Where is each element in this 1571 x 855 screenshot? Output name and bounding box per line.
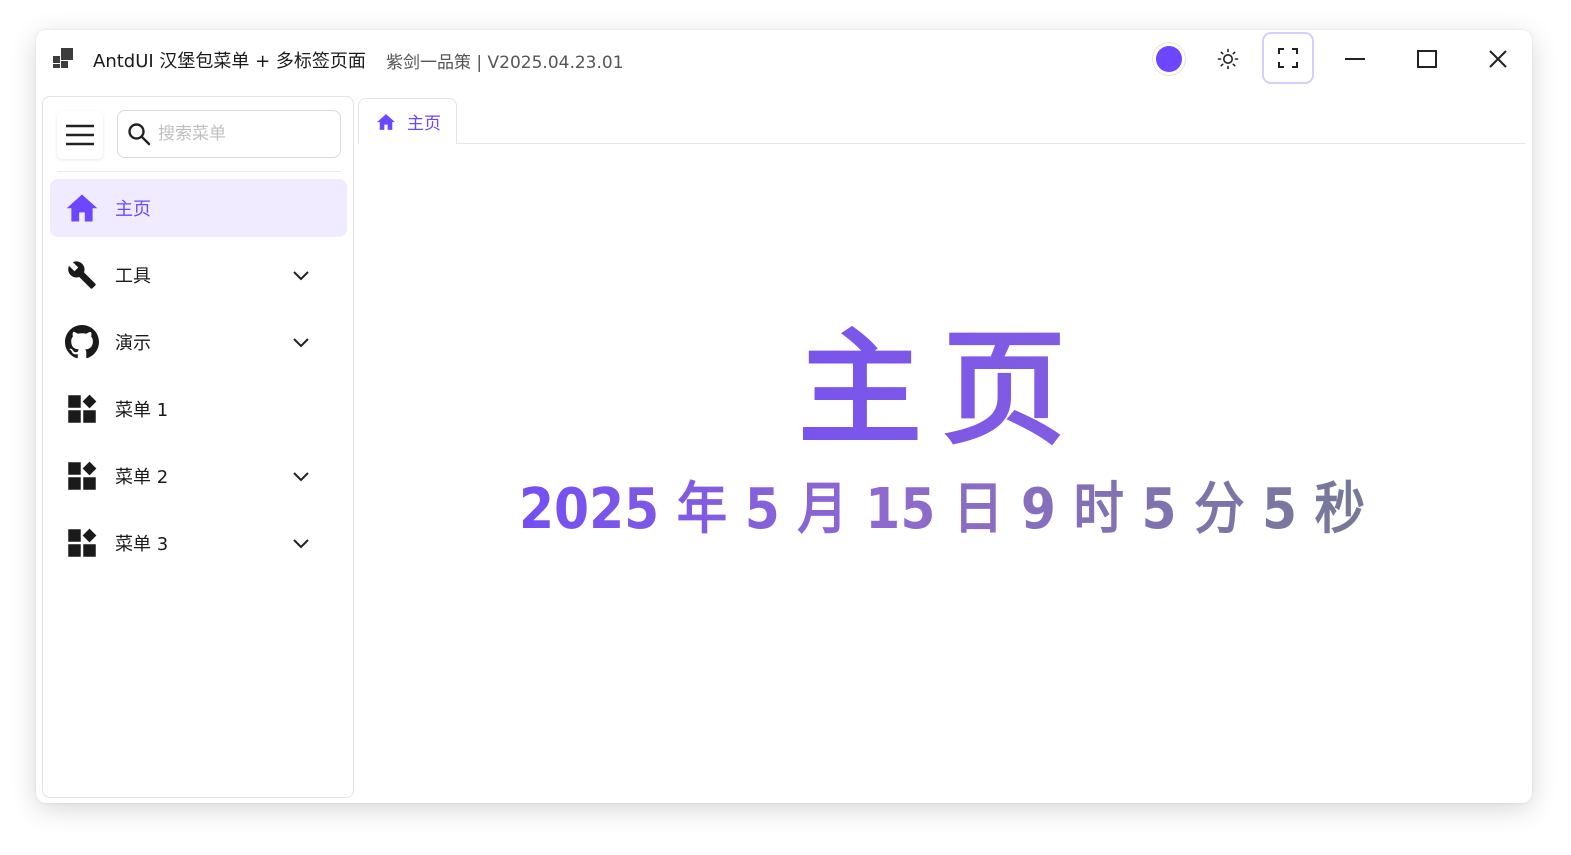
widgets-icon [65, 526, 99, 560]
home-icon [65, 191, 99, 225]
sun-icon [1217, 48, 1239, 70]
sidebar-item-label: 演示 [115, 333, 151, 354]
tab-bar-divider [457, 143, 1526, 144]
theme-toggle-button[interactable] [1212, 30, 1244, 88]
sidebar-item-menu-1[interactable]: 菜单 1 [50, 380, 347, 438]
sidebar-item-menu-3[interactable]: 菜单 3 [50, 514, 347, 572]
minimize-button[interactable] [1336, 30, 1374, 88]
search-icon [127, 122, 151, 146]
sidebar-item-label: 菜单 1 [115, 400, 169, 421]
tab-label: 主页 [407, 114, 441, 134]
chevron-down-icon [291, 265, 311, 285]
hamburger-menu-button[interactable] [57, 111, 103, 159]
app-window: AntdUI 汉堡包菜单 + 多标签页面 紫剑一品策 | V2025.04.23… [36, 30, 1532, 803]
sidebar-item-label: 主页 [115, 199, 151, 220]
github-icon [65, 325, 99, 359]
sidebar-item-tools[interactable]: 工具 [50, 246, 347, 304]
tab-home[interactable]: 主页 [358, 98, 457, 144]
maximize-icon [1417, 50, 1437, 68]
sidebar-item-menu-2[interactable]: 菜单 2 [50, 447, 347, 505]
page-title: 主页 [358, 320, 1526, 460]
chevron-down-icon [291, 533, 311, 553]
title-bar: AntdUI 汉堡包菜单 + 多标签页面 紫剑一品策 | V2025.04.23… [36, 30, 1532, 88]
color-swatch-icon [1156, 46, 1182, 72]
close-button[interactable] [1479, 30, 1517, 88]
search-input[interactable] [156, 123, 330, 145]
window-subtitle: 紫剑一品策 | V2025.04.23.01 [386, 53, 624, 73]
app-logo-icon [53, 48, 73, 68]
widgets-icon [65, 392, 99, 426]
fullscreen-icon [1278, 48, 1298, 68]
search-box[interactable] [117, 110, 341, 158]
minimize-icon [1345, 58, 1365, 60]
sidebar: 主页 工具 演示 [42, 96, 354, 798]
sidebar-item-label: 菜单 2 [115, 467, 169, 488]
chevron-down-icon [291, 332, 311, 352]
window-title: AntdUI 汉堡包菜单 + 多标签页面 [93, 51, 366, 72]
sidebar-item-label: 菜单 3 [115, 534, 169, 555]
home-icon [376, 112, 396, 132]
sidebar-item-demo[interactable]: 演示 [50, 313, 347, 371]
sidebar-item-label: 工具 [115, 266, 151, 287]
widgets-icon [65, 459, 99, 493]
hamburger-icon [66, 124, 94, 146]
color-picker-button[interactable] [1151, 30, 1187, 88]
maximize-button[interactable] [1408, 30, 1446, 88]
sidebar-divider [57, 171, 341, 172]
fullscreen-button[interactable] [1262, 32, 1314, 84]
close-icon [1489, 50, 1507, 68]
sidebar-item-home[interactable]: 主页 [50, 179, 347, 237]
wrench-icon [65, 258, 99, 292]
chevron-down-icon [291, 466, 311, 486]
datetime-display: 2025 年 5 月 15 日 9 时 5 分 5 秒 [416, 470, 1467, 550]
